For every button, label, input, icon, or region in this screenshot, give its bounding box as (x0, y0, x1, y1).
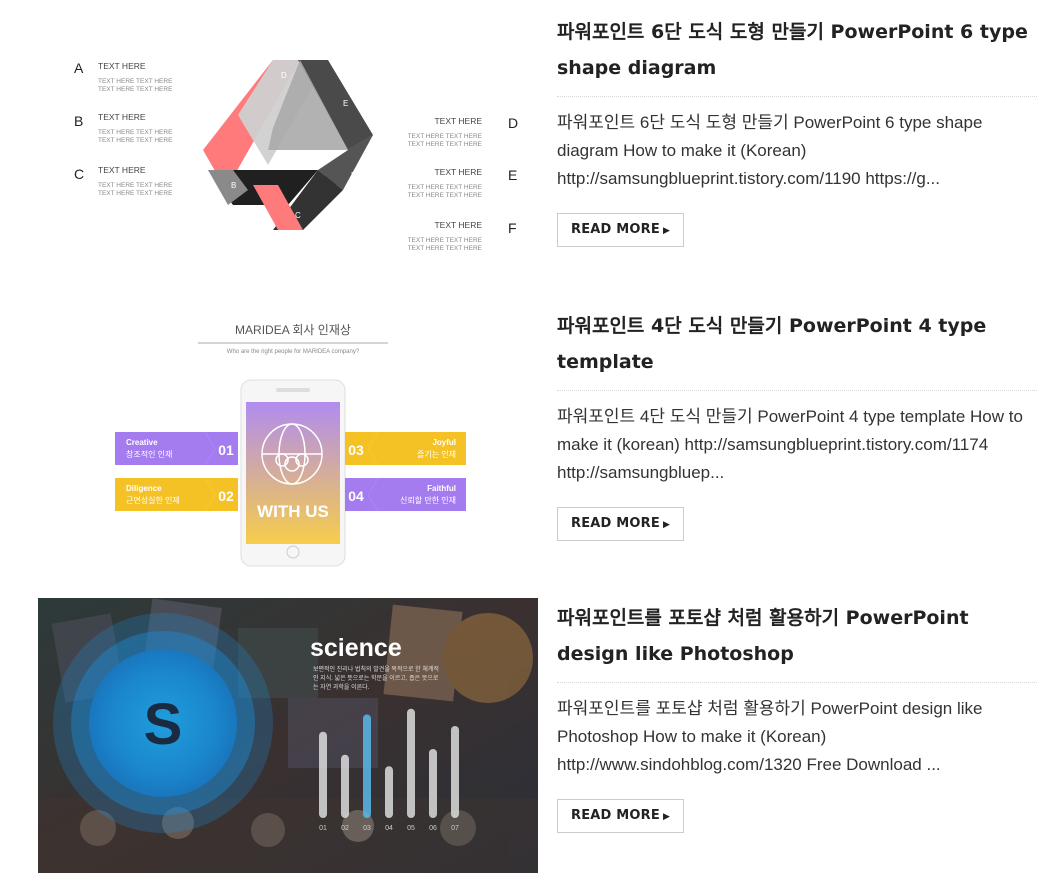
card-en: Joyful (432, 438, 456, 447)
legend-sub: TEXT HERE TEXT HERE (408, 184, 483, 191)
card-03: 03 Joyful 즐기는 인재 (345, 432, 466, 465)
read-more-label: READ MORE (571, 808, 660, 823)
legend-heading: TEXT HERE (98, 165, 146, 175)
post-excerpt: 파워포인트 4단 도식 만들기 PowerPoint 4 type templa… (557, 407, 1023, 482)
bar-label: 02 (341, 825, 349, 832)
post-info: 파워포인트 6단 도식 도형 만들기 PowerPoint 6 type sha… (557, 14, 1037, 247)
post-thumbnail[interactable]: MARIDEA 회사 인재상 Who are the right people … (38, 312, 538, 572)
legend-sub: TEXT HERE TEXT HERE (98, 137, 173, 144)
four-type-template-image: MARIDEA 회사 인재상 Who are the right people … (115, 323, 466, 567)
post-thumbnail[interactable]: S science 보편적인 진리나 법칙의 발견을 목적으로 한 체계적 인 … (38, 598, 538, 873)
post-title[interactable]: 파워포인트를 포토샵 처럼 활용하기 PowerPoint design lik… (557, 600, 1037, 683)
card-en: Diligence (126, 484, 162, 493)
legend-sub: TEXT HERE TEXT HERE (408, 141, 483, 148)
legend-sub: TEXT HERE TEXT HERE (408, 133, 483, 140)
card-num: 04 (348, 488, 364, 504)
read-more-label: READ MORE (571, 222, 660, 237)
bar (319, 731, 327, 818)
legend-letter: E (508, 167, 517, 183)
post-card: A B C D E F A TEXT HERE TEXT HERE TEXT H… (38, 0, 1038, 290)
template-heading: MARIDEA 회사 인재상 (235, 323, 351, 337)
science-body: 보편적인 진리나 법칙의 발견을 목적으로 한 체계적 (313, 665, 439, 673)
legend-heading: TEXT HERE (434, 220, 482, 230)
segment-label: E (343, 99, 348, 108)
with-us-text: WITH US (257, 502, 329, 521)
card-ko: 창조적인 인재 (126, 449, 172, 459)
post-card: S science 보편적인 진리나 법칙의 발견을 목적으로 한 체계적 인 … (38, 593, 1038, 883)
legend-sub: TEXT HERE TEXT HERE (98, 78, 173, 85)
legend-letter: C (74, 166, 84, 182)
card-04: 04 Faithful 신뢰할 만한 인재 (345, 478, 466, 511)
post-info: 파워포인트 4단 도식 만들기 PowerPoint 4 type templa… (557, 308, 1037, 541)
bar (407, 708, 415, 818)
template-subheading: Who are the right people for MARIDEA com… (227, 349, 360, 355)
card-02: Diligence 근면성실한 인재 02 (115, 478, 238, 511)
segment-label: C (295, 211, 301, 220)
legend-letter: B (74, 113, 83, 129)
read-more-button[interactable]: READ MORE ▶ (557, 507, 685, 541)
legend-letter: F (508, 220, 517, 236)
six-type-diagram-image: A B C D E F A TEXT HERE TEXT HERE TEXT H… (74, 60, 519, 252)
hexagon-shape (203, 60, 373, 230)
bar-label: 01 (319, 825, 327, 832)
card-num: 02 (218, 488, 234, 504)
legend-heading: TEXT HERE (434, 116, 482, 126)
legend-sub: TEXT HERE TEXT HERE (98, 182, 173, 189)
legend-sub: TEXT HERE TEXT HERE (98, 86, 173, 93)
left-legend: A TEXT HERE TEXT HERE TEXT HERE TEXT HER… (74, 60, 173, 197)
post-title[interactable]: 파워포인트 4단 도식 만들기 PowerPoint 4 type templa… (557, 308, 1037, 391)
caret-right-icon: ▶ (662, 520, 671, 530)
post-excerpt: 파워포인트를 포토샵 처럼 활용하기 PowerPoint design lik… (557, 699, 983, 774)
legend-heading: TEXT HERE (98, 112, 146, 122)
bar-label: 05 (407, 825, 415, 832)
right-legend: D TEXT HERE TEXT HERE TEXT HERE TEXT HER… (408, 115, 519, 252)
post-card: MARIDEA 회사 인재상 Who are the right people … (38, 300, 1038, 590)
card-01: Creative 창조적인 인재 01 (115, 432, 238, 465)
bar-label: 03 (363, 825, 371, 832)
legend-sub: TEXT HERE TEXT HERE (408, 192, 483, 199)
post-excerpt: 파워포인트 6단 도식 도형 만들기 PowerPoint 6 type sha… (557, 113, 983, 188)
legend-heading: TEXT HERE (98, 61, 146, 71)
legend-sub: TEXT HERE TEXT HERE (408, 245, 483, 252)
caret-right-icon: ▶ (662, 812, 671, 822)
segment-label: F (351, 171, 356, 180)
card-ko: 신뢰할 만한 인재 (400, 495, 456, 505)
logo-letter: S (144, 692, 183, 757)
card-en: Creative (126, 438, 158, 447)
post-title[interactable]: 파워포인트 6단 도식 도형 만들기 PowerPoint 6 type sha… (557, 14, 1037, 97)
phone-shape: WITH US (240, 379, 346, 567)
post-thumbnail[interactable]: A B C D E F A TEXT HERE TEXT HERE TEXT H… (38, 40, 538, 270)
science-body: 인 지식. 넓은 뜻으로는 학문을 이르고, 좁은 뜻으로 (313, 674, 439, 682)
bar (451, 726, 459, 818)
bar-label: 06 (429, 825, 437, 832)
read-more-button[interactable]: READ MORE ▶ (557, 799, 685, 833)
legend-sub: TEXT HERE TEXT HERE (98, 129, 173, 136)
caret-right-icon: ▶ (662, 226, 671, 236)
legend-sub: TEXT HERE TEXT HERE (408, 237, 483, 244)
segment-label: D (281, 71, 287, 80)
read-more-label: READ MORE (571, 516, 660, 531)
segment-label: B (231, 181, 236, 190)
card-num: 03 (348, 442, 364, 458)
bar-label: 07 (451, 825, 459, 832)
card-en: Faithful (427, 484, 456, 493)
bar-label: 04 (385, 825, 393, 832)
card-ko: 즐기는 인재 (417, 449, 456, 459)
science-poster-image: S science 보편적인 진리나 법칙의 발견을 목적으로 한 체계적 인 … (38, 598, 538, 873)
bar (429, 749, 437, 818)
read-more-button[interactable]: READ MORE ▶ (557, 213, 685, 247)
legend-letter: A (74, 60, 84, 76)
post-info: 파워포인트를 포토샵 처럼 활용하기 PowerPoint design lik… (557, 600, 1037, 833)
legend-sub: TEXT HERE TEXT HERE (98, 190, 173, 197)
card-ko: 근면성실한 인재 (126, 495, 180, 505)
bar (385, 766, 393, 818)
bar (341, 754, 349, 818)
legend-letter: D (508, 115, 518, 131)
bar (363, 714, 371, 818)
legend-heading: TEXT HERE (434, 167, 482, 177)
card-num: 01 (218, 442, 234, 458)
segment-label: A (223, 111, 229, 120)
science-body: 는 자연 과학을 이른다. (313, 683, 370, 691)
science-headline: science (310, 634, 402, 662)
